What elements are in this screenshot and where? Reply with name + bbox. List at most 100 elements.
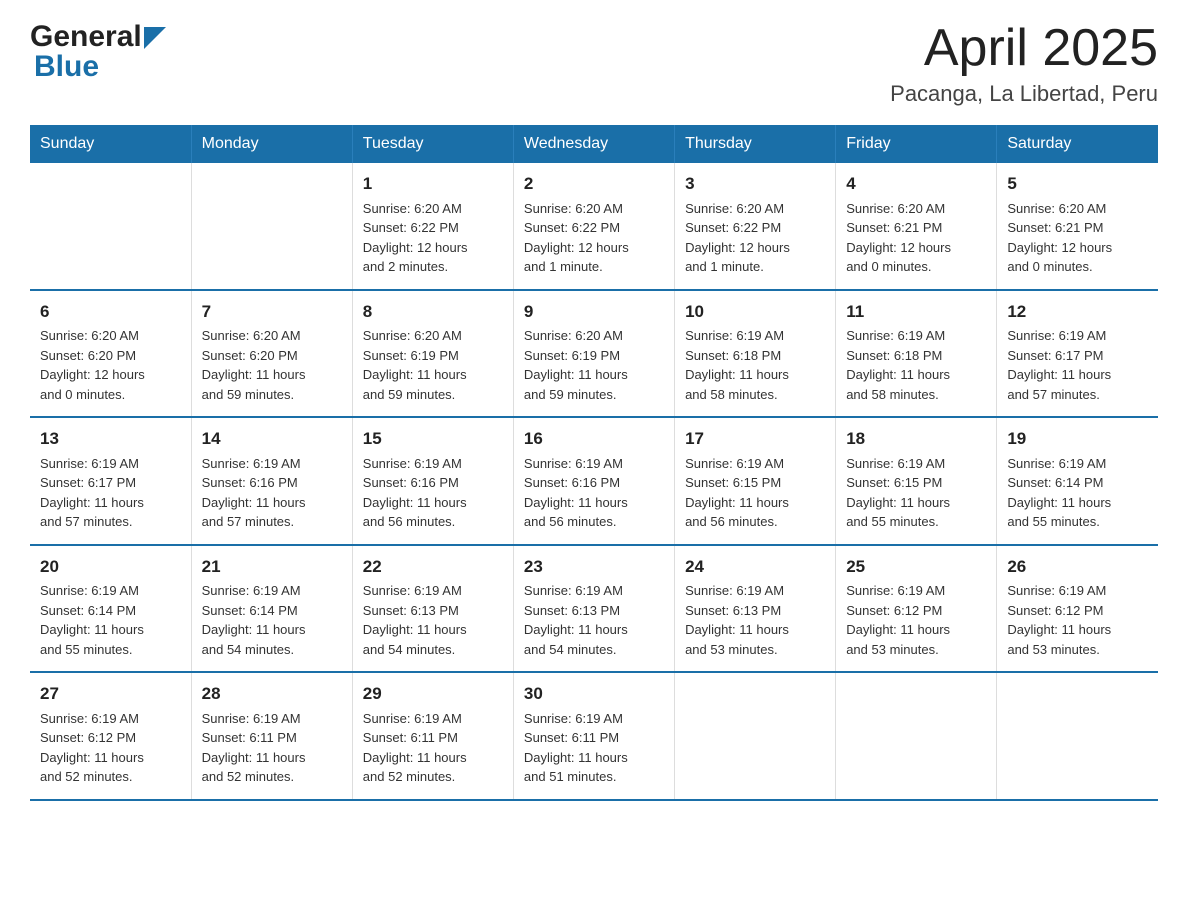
table-row: 6Sunrise: 6:20 AM Sunset: 6:20 PM Daylig… <box>30 290 191 418</box>
table-row <box>30 163 191 290</box>
day-info: Sunrise: 6:20 AM Sunset: 6:20 PM Dayligh… <box>40 326 181 404</box>
day-info: Sunrise: 6:20 AM Sunset: 6:22 PM Dayligh… <box>363 199 503 277</box>
day-number: 26 <box>1007 554 1148 580</box>
day-number: 4 <box>846 171 986 197</box>
table-row: 3Sunrise: 6:20 AM Sunset: 6:22 PM Daylig… <box>675 163 836 290</box>
header-monday: Monday <box>191 125 352 163</box>
day-number: 7 <box>202 299 342 325</box>
table-row: 4Sunrise: 6:20 AM Sunset: 6:21 PM Daylig… <box>836 163 997 290</box>
day-info: Sunrise: 6:19 AM Sunset: 6:14 PM Dayligh… <box>1007 454 1148 532</box>
page-header: General Blue April 2025 Pacanga, La Libe… <box>30 20 1158 107</box>
day-info: Sunrise: 6:20 AM Sunset: 6:20 PM Dayligh… <box>202 326 342 404</box>
day-number: 11 <box>846 299 986 325</box>
day-info: Sunrise: 6:19 AM Sunset: 6:14 PM Dayligh… <box>40 581 181 659</box>
day-info: Sunrise: 6:19 AM Sunset: 6:11 PM Dayligh… <box>524 709 664 787</box>
day-number: 5 <box>1007 171 1148 197</box>
day-info: Sunrise: 6:20 AM Sunset: 6:19 PM Dayligh… <box>363 326 503 404</box>
day-info: Sunrise: 6:19 AM Sunset: 6:13 PM Dayligh… <box>363 581 503 659</box>
table-row: 30Sunrise: 6:19 AM Sunset: 6:11 PM Dayli… <box>513 672 674 800</box>
day-number: 18 <box>846 426 986 452</box>
calendar-title: April 2025 <box>890 20 1158 77</box>
day-info: Sunrise: 6:19 AM Sunset: 6:17 PM Dayligh… <box>40 454 181 532</box>
day-info: Sunrise: 6:19 AM Sunset: 6:11 PM Dayligh… <box>202 709 342 787</box>
day-number: 16 <box>524 426 664 452</box>
table-row: 12Sunrise: 6:19 AM Sunset: 6:17 PM Dayli… <box>997 290 1158 418</box>
day-number: 9 <box>524 299 664 325</box>
day-number: 28 <box>202 681 342 707</box>
logo: General Blue <box>30 20 166 84</box>
calendar-week-row: 27Sunrise: 6:19 AM Sunset: 6:12 PM Dayli… <box>30 672 1158 800</box>
table-row: 27Sunrise: 6:19 AM Sunset: 6:12 PM Dayli… <box>30 672 191 800</box>
table-row: 14Sunrise: 6:19 AM Sunset: 6:16 PM Dayli… <box>191 417 352 545</box>
calendar-week-row: 13Sunrise: 6:19 AM Sunset: 6:17 PM Dayli… <box>30 417 1158 545</box>
logo-general-text: General <box>30 20 142 54</box>
day-number: 10 <box>685 299 825 325</box>
table-row <box>191 163 352 290</box>
table-row <box>836 672 997 800</box>
day-number: 19 <box>1007 426 1148 452</box>
header-friday: Friday <box>836 125 997 163</box>
calendar-week-row: 20Sunrise: 6:19 AM Sunset: 6:14 PM Dayli… <box>30 545 1158 673</box>
day-info: Sunrise: 6:20 AM Sunset: 6:19 PM Dayligh… <box>524 326 664 404</box>
day-number: 21 <box>202 554 342 580</box>
day-info: Sunrise: 6:19 AM Sunset: 6:16 PM Dayligh… <box>363 454 503 532</box>
table-row: 7Sunrise: 6:20 AM Sunset: 6:20 PM Daylig… <box>191 290 352 418</box>
calendar-subtitle: Pacanga, La Libertad, Peru <box>890 81 1158 107</box>
day-info: Sunrise: 6:20 AM Sunset: 6:22 PM Dayligh… <box>685 199 825 277</box>
day-info: Sunrise: 6:19 AM Sunset: 6:11 PM Dayligh… <box>363 709 503 787</box>
day-info: Sunrise: 6:19 AM Sunset: 6:17 PM Dayligh… <box>1007 326 1148 404</box>
title-block: April 2025 Pacanga, La Libertad, Peru <box>890 20 1158 107</box>
day-number: 15 <box>363 426 503 452</box>
day-number: 27 <box>40 681 181 707</box>
header-sunday: Sunday <box>30 125 191 163</box>
table-row: 16Sunrise: 6:19 AM Sunset: 6:16 PM Dayli… <box>513 417 674 545</box>
table-row: 25Sunrise: 6:19 AM Sunset: 6:12 PM Dayli… <box>836 545 997 673</box>
day-number: 22 <box>363 554 503 580</box>
table-row: 28Sunrise: 6:19 AM Sunset: 6:11 PM Dayli… <box>191 672 352 800</box>
table-row: 23Sunrise: 6:19 AM Sunset: 6:13 PM Dayli… <box>513 545 674 673</box>
calendar-table: Sunday Monday Tuesday Wednesday Thursday… <box>30 125 1158 801</box>
header-wednesday: Wednesday <box>513 125 674 163</box>
table-row: 9Sunrise: 6:20 AM Sunset: 6:19 PM Daylig… <box>513 290 674 418</box>
header-thursday: Thursday <box>675 125 836 163</box>
table-row: 15Sunrise: 6:19 AM Sunset: 6:16 PM Dayli… <box>352 417 513 545</box>
table-row: 11Sunrise: 6:19 AM Sunset: 6:18 PM Dayli… <box>836 290 997 418</box>
day-number: 6 <box>40 299 181 325</box>
table-row <box>997 672 1158 800</box>
logo-blue-text: Blue <box>34 50 99 84</box>
day-info: Sunrise: 6:20 AM Sunset: 6:22 PM Dayligh… <box>524 199 664 277</box>
day-info: Sunrise: 6:19 AM Sunset: 6:18 PM Dayligh… <box>846 326 986 404</box>
table-row: 5Sunrise: 6:20 AM Sunset: 6:21 PM Daylig… <box>997 163 1158 290</box>
table-row: 10Sunrise: 6:19 AM Sunset: 6:18 PM Dayli… <box>675 290 836 418</box>
day-info: Sunrise: 6:19 AM Sunset: 6:13 PM Dayligh… <box>524 581 664 659</box>
day-info: Sunrise: 6:19 AM Sunset: 6:12 PM Dayligh… <box>846 581 986 659</box>
day-number: 29 <box>363 681 503 707</box>
calendar-week-row: 1Sunrise: 6:20 AM Sunset: 6:22 PM Daylig… <box>30 163 1158 290</box>
calendar-header-row: Sunday Monday Tuesday Wednesday Thursday… <box>30 125 1158 163</box>
table-row: 1Sunrise: 6:20 AM Sunset: 6:22 PM Daylig… <box>352 163 513 290</box>
table-row: 8Sunrise: 6:20 AM Sunset: 6:19 PM Daylig… <box>352 290 513 418</box>
day-info: Sunrise: 6:19 AM Sunset: 6:15 PM Dayligh… <box>685 454 825 532</box>
calendar-week-row: 6Sunrise: 6:20 AM Sunset: 6:20 PM Daylig… <box>30 290 1158 418</box>
day-number: 1 <box>363 171 503 197</box>
day-number: 12 <box>1007 299 1148 325</box>
table-row: 26Sunrise: 6:19 AM Sunset: 6:12 PM Dayli… <box>997 545 1158 673</box>
day-number: 14 <box>202 426 342 452</box>
logo-triangle-icon <box>144 27 166 49</box>
day-info: Sunrise: 6:19 AM Sunset: 6:15 PM Dayligh… <box>846 454 986 532</box>
day-number: 30 <box>524 681 664 707</box>
table-row: 20Sunrise: 6:19 AM Sunset: 6:14 PM Dayli… <box>30 545 191 673</box>
table-row: 22Sunrise: 6:19 AM Sunset: 6:13 PM Dayli… <box>352 545 513 673</box>
day-info: Sunrise: 6:19 AM Sunset: 6:12 PM Dayligh… <box>40 709 181 787</box>
table-row: 29Sunrise: 6:19 AM Sunset: 6:11 PM Dayli… <box>352 672 513 800</box>
table-row: 19Sunrise: 6:19 AM Sunset: 6:14 PM Dayli… <box>997 417 1158 545</box>
day-number: 25 <box>846 554 986 580</box>
table-row: 18Sunrise: 6:19 AM Sunset: 6:15 PM Dayli… <box>836 417 997 545</box>
day-number: 17 <box>685 426 825 452</box>
day-number: 23 <box>524 554 664 580</box>
day-number: 24 <box>685 554 825 580</box>
table-row: 21Sunrise: 6:19 AM Sunset: 6:14 PM Dayli… <box>191 545 352 673</box>
table-row: 17Sunrise: 6:19 AM Sunset: 6:15 PM Dayli… <box>675 417 836 545</box>
day-info: Sunrise: 6:20 AM Sunset: 6:21 PM Dayligh… <box>1007 199 1148 277</box>
day-number: 8 <box>363 299 503 325</box>
